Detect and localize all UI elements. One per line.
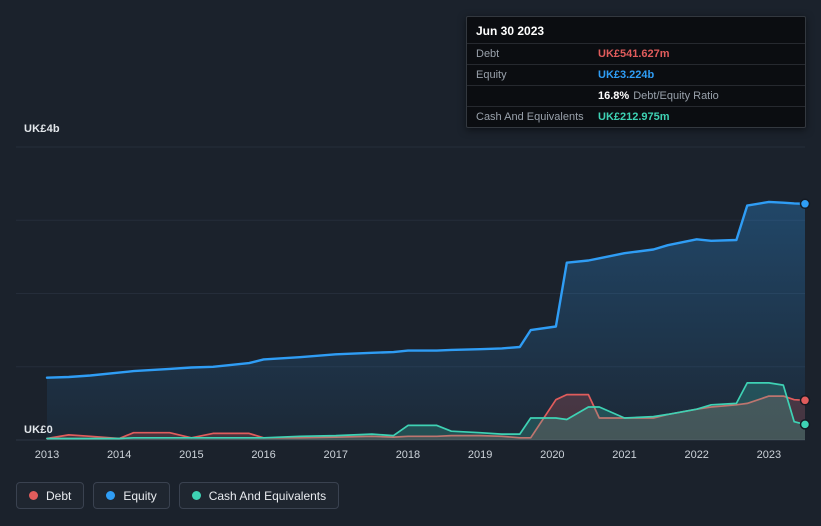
x-axis: 2013 2014 2015 2016 2017 2018 2019 2020 2021 2022… (0, 449, 821, 465)
x-axis-label: 2020 (540, 449, 565, 461)
y-axis-label-zero: UK£0 (24, 424, 53, 436)
legend-cash-label: Cash And Equivalents (208, 488, 327, 503)
x-axis-label: 2016 (251, 449, 276, 461)
y-axis-label-max: UK£4b (24, 123, 60, 135)
x-axis-label: 2018 (395, 449, 421, 461)
x-axis-label: 2014 (106, 449, 132, 461)
debt-equity-history-panel: UK£4b UK£0 2013 2014 2015 2016 2017 2018 2019 2… (0, 0, 821, 526)
tooltip-equity-label: Equity (476, 69, 507, 81)
tooltip-row-equity: Equity UK£3.224b (467, 64, 805, 85)
tooltip-cash-label: Cash And Equivalents (476, 111, 584, 123)
tooltip-ratio-value: 16.8% (598, 90, 630, 102)
x-axis-label: 2017 (323, 449, 348, 461)
tooltip-debt-value: UK£541.627m (598, 48, 670, 60)
tooltip-row-ratio: 16.8% Debt/Equity Ratio (467, 85, 805, 106)
tooltip-ratio: 16.8% Debt/Equity Ratio (598, 90, 719, 102)
x-axis-label: 2013 (34, 449, 60, 461)
x-axis-label: 2021 (612, 449, 637, 461)
tooltip-debt-label: Debt (476, 48, 500, 60)
legend-equity-label: Equity (123, 488, 157, 503)
legend-item-cash[interactable]: Cash And Equivalents (178, 482, 340, 509)
x-axis-label: 2023 (756, 449, 782, 461)
tooltip-cash-value: UK£212.975m (598, 111, 670, 123)
x-axis-label: 2015 (179, 449, 204, 461)
cash-series-dot (191, 491, 201, 500)
tooltip-row-cash: Cash And Equivalents UK£212.975m (467, 106, 805, 127)
tooltip-date: Jun 30 2023 (476, 24, 545, 38)
x-axis-label: 2022 (684, 449, 709, 461)
legend: Debt Equity Cash And Equivalents (16, 482, 340, 509)
chart-tooltip: Jun 30 2023 Debt UK£541.627m Equity UK£3… (466, 16, 806, 128)
legend-item-equity[interactable]: Equity (93, 482, 170, 509)
tooltip-ratio-label: Debt/Equity Ratio (633, 90, 719, 102)
x-axis-label: 2019 (467, 449, 493, 461)
tooltip-equity-value: UK£3.224b (598, 69, 655, 81)
legend-item-debt[interactable]: Debt (16, 482, 85, 509)
legend-debt-label: Debt (46, 488, 72, 503)
debt-series-dot (29, 491, 38, 500)
tooltip-row-debt: Debt UK£541.627m (467, 43, 805, 64)
equity-series-dot (106, 491, 116, 500)
